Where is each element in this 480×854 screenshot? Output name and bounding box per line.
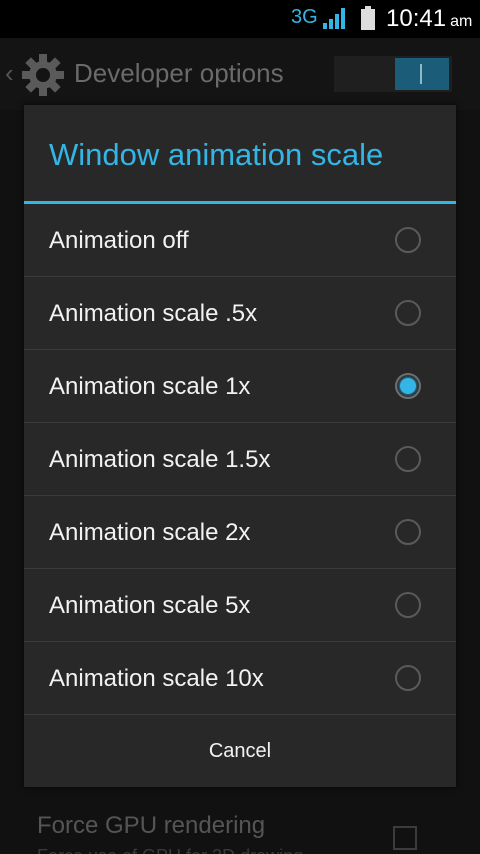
action-bar-title: Developer options bbox=[74, 58, 284, 88]
radio-button[interactable] bbox=[395, 300, 421, 326]
clock-time: 10:41 bbox=[386, 5, 447, 32]
toggle-thumb bbox=[395, 58, 449, 90]
animation-scale-dialog: Window animation scale Animation off Ani… bbox=[24, 105, 456, 787]
radio-button[interactable] bbox=[395, 446, 421, 472]
option-scale-10x[interactable]: Animation scale 10x bbox=[24, 642, 456, 715]
option-scale-1-5x[interactable]: Animation scale 1.5x bbox=[24, 423, 456, 496]
option-label: Animation scale .5x bbox=[49, 300, 258, 327]
radio-button[interactable] bbox=[395, 665, 421, 691]
force-gpu-rendering-title: Force GPU rendering bbox=[37, 812, 266, 839]
clock: 10:41 am bbox=[386, 5, 472, 33]
option-label: Animation scale 1x bbox=[49, 373, 251, 400]
option-label: Animation scale 2x bbox=[49, 519, 251, 546]
network-type: 3G bbox=[291, 6, 318, 28]
battery-icon bbox=[361, 6, 375, 30]
radio-button-selected[interactable] bbox=[395, 373, 421, 399]
radio-button[interactable] bbox=[395, 227, 421, 253]
option-scale-5x[interactable]: Animation scale 5x bbox=[24, 569, 456, 642]
option-label: Animation scale 1.5x bbox=[49, 446, 271, 473]
option-label: Animation scale 10x bbox=[49, 665, 264, 692]
signal-icon bbox=[323, 8, 345, 29]
option-scale-1x[interactable]: Animation scale 1x bbox=[24, 350, 456, 423]
option-label: Animation scale 5x bbox=[49, 592, 251, 619]
force-gpu-rendering-subtitle: Force use of GPU for 2D drawing bbox=[37, 846, 303, 854]
radio-button[interactable] bbox=[395, 519, 421, 545]
developer-options-toggle[interactable] bbox=[334, 56, 452, 92]
force-gpu-checkbox[interactable] bbox=[393, 826, 417, 850]
status-bar: 3G 10:41 am bbox=[0, 0, 480, 38]
option-scale-2x[interactable]: Animation scale 2x bbox=[24, 496, 456, 569]
cancel-button[interactable]: Cancel bbox=[24, 715, 456, 787]
option-scale-0-5x[interactable]: Animation scale .5x bbox=[24, 277, 456, 350]
clock-ampm: am bbox=[450, 13, 473, 30]
option-animation-off[interactable]: Animation off bbox=[24, 204, 456, 277]
action-bar: ‹ Developer options bbox=[0, 38, 480, 110]
options-list: Animation off Animation scale .5x Animat… bbox=[24, 204, 456, 715]
radio-button[interactable] bbox=[395, 592, 421, 618]
option-label: Animation off bbox=[49, 227, 189, 254]
dialog-title: Window animation scale bbox=[49, 137, 384, 172]
screen: 3G 10:41 am ‹ Developer options Force GP… bbox=[0, 0, 480, 854]
gear-icon[interactable] bbox=[20, 52, 66, 98]
back-chevron-icon[interactable]: ‹ bbox=[5, 58, 14, 89]
